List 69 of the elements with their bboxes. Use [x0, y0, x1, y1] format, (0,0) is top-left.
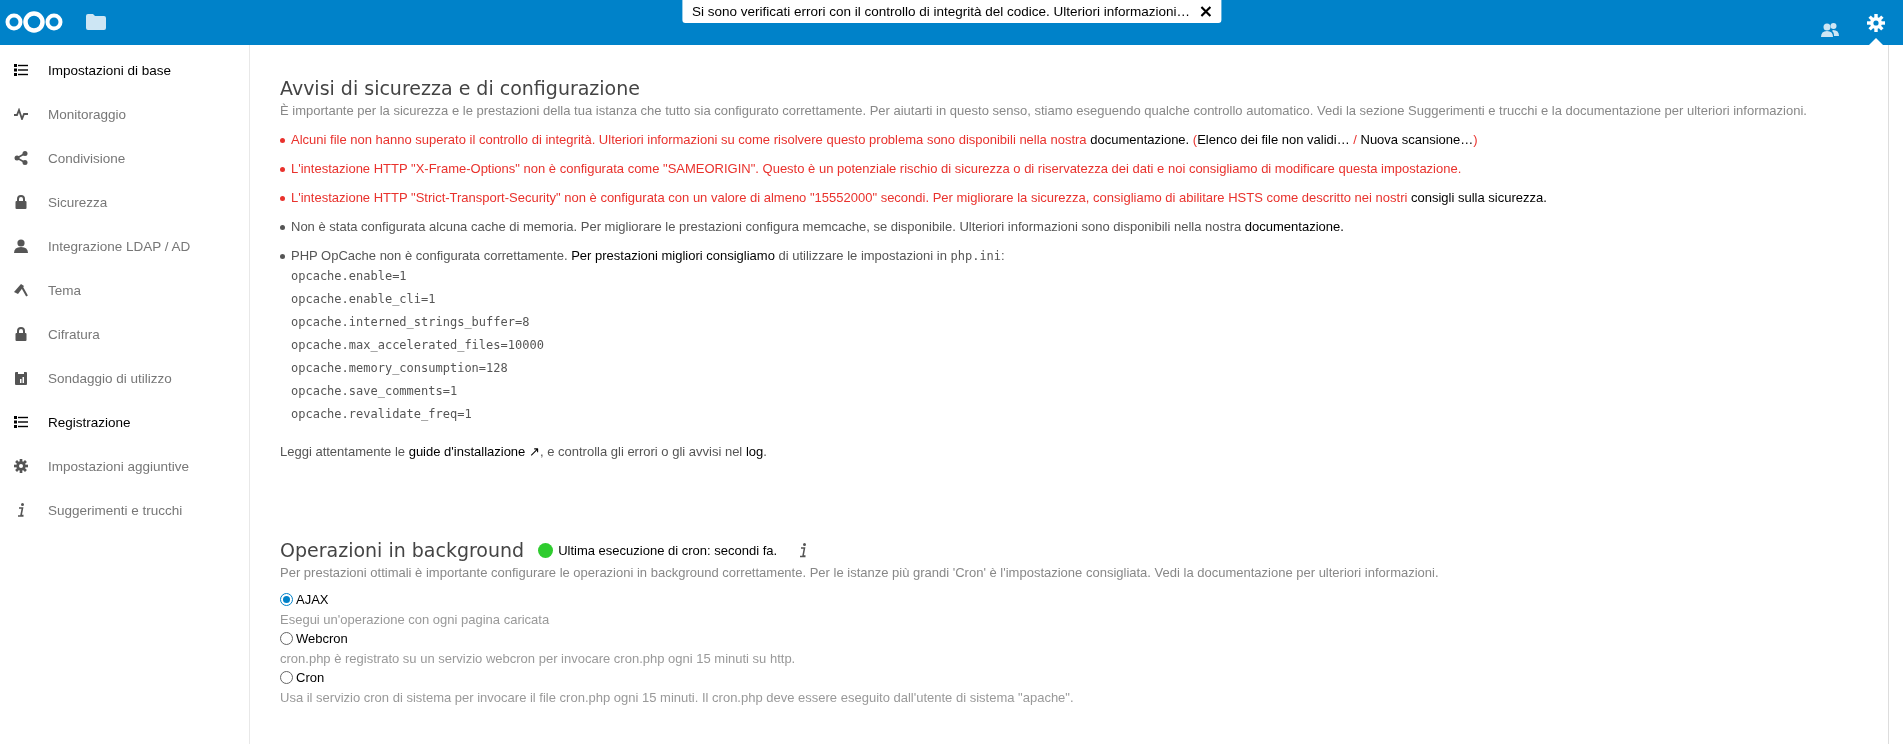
- code-line: opcache.revalidate_freq=1: [291, 406, 473, 423]
- text-link[interactable]: consigli sulla sicurezza.: [1410, 190, 1547, 205]
- sidebar-item[interactable]: Tema: [0, 268, 249, 312]
- text-link[interactable]: Nuova scansione…: [1360, 132, 1474, 147]
- option-description: Esegui un'operazione con ogni pagina caricata: [280, 612, 551, 627]
- code-line: opcache.save_comments=1: [291, 383, 459, 400]
- code-line: opcache.interned_strings_buffer=8: [291, 314, 531, 331]
- settings-icon[interactable]: [1867, 14, 1885, 32]
- sidebar-item[interactable]: Condivisione: [0, 136, 249, 180]
- sidebar-item[interactable]: Registrazione: [0, 400, 249, 444]
- sidebar-item[interactable]: Impostazioni aggiuntive: [0, 444, 249, 488]
- user-icon: [14, 239, 28, 253]
- code-line: opcache.max_accelerated_files=10000: [291, 337, 545, 354]
- notification-text[interactable]: Si sono verificati errori con il controllo di integrità del codice. Ulteriori informazioni…: [691, 4, 1191, 19]
- list-icon: [14, 64, 28, 76]
- radio-button[interactable]: [280, 632, 293, 645]
- instructions-text: Leggi attentamente le guide d'installazione ↗, e controlla gli errori o gli avvisi nel log.: [280, 443, 768, 459]
- radio-option[interactable]: Cron: [280, 670, 325, 685]
- bullet-icon: [280, 254, 285, 259]
- logo-icon[interactable]: [4, 10, 64, 34]
- sidebar-item[interactable]: Integrazione LDAP / AD: [0, 224, 249, 268]
- option-description: cron.php è registrato su un servizio webcron per invocare cron.php ogni 15 minuti su http.: [280, 651, 797, 666]
- radio-option[interactable]: AJAX: [280, 592, 329, 607]
- cron-status-text: Ultima esecuzione di cron: secondi fa.: [558, 542, 778, 558]
- contacts-icon[interactable]: [1821, 21, 1839, 38]
- sidebar-item[interactable]: Suggerimenti e trucchi: [0, 488, 249, 532]
- option-description: Usa il servizio cron di sistema per invocare il file cron.php ogni 15 minuti. Il cron.php deve essere eseguito dall'utente di sistema "apache".: [280, 690, 1075, 705]
- warning-message: L'intestazione HTTP "X-Frame-Options" non è configurata come "SAMEORIGIN". Questo è un potenziale rischio di sicurezza o di riservatezza dei dati e noi consigliamo di modificare questa impostazione.: [291, 161, 1462, 176]
- sidebar-item[interactable]: Sicurezza: [0, 180, 249, 224]
- sidebar-item[interactable]: Monitoraggio: [0, 92, 249, 136]
- info-icon[interactable]: [799, 542, 808, 558]
- warning-message: Alcuni file non hanno superato il controllo di integrità. Ulteriori informazioni su come risolvere questo problema sono disponibili nella nostra documentazione. (Elenco dei file non validi… / Nuova scansione…): [291, 132, 1478, 147]
- text-link[interactable]: Elenco dei file non validi…: [1197, 132, 1350, 147]
- share-icon: [14, 151, 28, 165]
- text-link[interactable]: documentazione.: [1090, 132, 1190, 147]
- bullet-icon: [280, 225, 285, 230]
- pulse-icon: [14, 108, 28, 120]
- section-description: Per prestazioni ottimali è importante configurare le operazioni in background correttamente. Per le istanze più grandi 'Cron' è l'impostazione consigliata. Vedi la documentazione per ulteriori informazioni.: [280, 565, 1440, 580]
- radio-button[interactable]: [280, 671, 293, 684]
- gear-icon: [14, 459, 28, 473]
- warning-message: L'intestazione HTTP "Strict-Transport-Security" non è configurata con un valore di almeno "15552000" secondi. Per migliorare la sicurezza, consigliamo di abilitare HSTS come descritto nei nostri consigli sulla sicurezza.: [291, 190, 1547, 205]
- radio-option[interactable]: Webcron: [280, 631, 348, 646]
- menu-pointer-icon: [1869, 38, 1883, 45]
- warning-message: Non è stata configurata alcuna cache di memoria. Per migliorare le prestazioni configura memcache, se disponibile. Ulteriori informazioni sono disponibili nella nostra documentazione.: [291, 219, 1344, 234]
- text-link[interactable]: documentazione.: [1244, 219, 1344, 234]
- code-line: opcache.enable=1: [291, 268, 408, 285]
- warning-message: PHP OpCache non è configurata correttamente. Per prestazioni migliori consigliamo di utilizzare le impostazioni in php.ini:: [291, 248, 1005, 263]
- code-line: opcache.memory_consumption=128: [291, 360, 509, 377]
- close-icon[interactable]: [1200, 6, 1212, 17]
- info-icon: [17, 503, 25, 517]
- bullet-icon: [280, 167, 285, 172]
- code-line: opcache.enable_cli=1: [291, 291, 437, 308]
- lock-icon: [15, 327, 27, 341]
- clipboard-icon: [15, 371, 27, 385]
- text-link[interactable]: Per prestazioni migliori consigliamo: [571, 248, 775, 263]
- section-title: Avvisi di sicurezza e di configurazione: [280, 77, 641, 99]
- radio-button[interactable]: [280, 593, 293, 606]
- lock-icon: [15, 195, 27, 209]
- sidebar-item[interactable]: Sondaggio di utilizzo: [0, 356, 249, 400]
- list-icon: [14, 416, 28, 428]
- folder-icon[interactable]: [86, 14, 106, 30]
- bullet-icon: [280, 138, 285, 143]
- section-title: Operazioni in background: [280, 539, 525, 561]
- sidebar-item[interactable]: Cifratura: [0, 312, 249, 356]
- text-link[interactable]: guide d'installazione ↗: [408, 444, 540, 459]
- brush-icon: [14, 283, 28, 297]
- section-description: È importante per la sicurezza e le prestazioni della tua istanza che tutto sia configurato correttamente. Per aiutarti in questo senso, stiamo eseguendo qualche controllo automatico. Vedi la sezione Suggerimenti e trucchi e la documentazione per ulteriori informazioni.: [280, 103, 1808, 118]
- sidebar-item[interactable]: Impostazioni di base: [0, 48, 249, 92]
- bullet-icon: [280, 196, 285, 201]
